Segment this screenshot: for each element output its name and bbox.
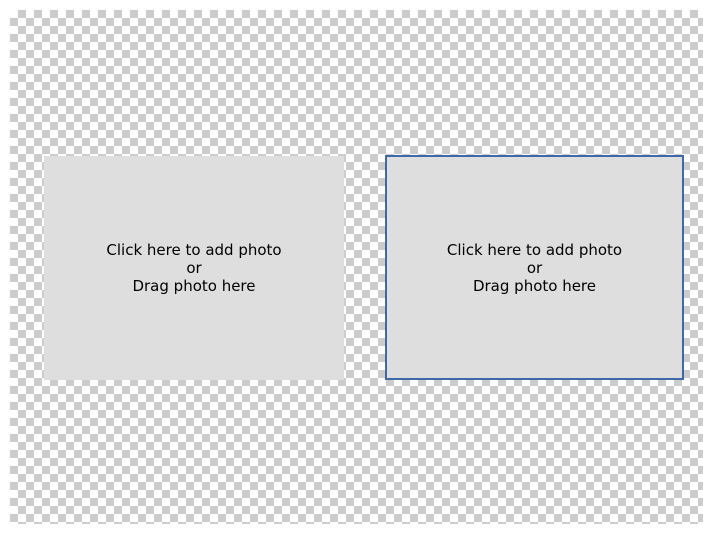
photo-prompt: Click here to add photo or Drag photo he… [106, 241, 281, 295]
drag-photo-text: Drag photo here [472, 276, 597, 295]
or-text: or [526, 258, 543, 277]
add-photo-text: Click here to add photo [446, 240, 623, 259]
add-photo-text: Click here to add photo [106, 241, 282, 259]
photo-drop-zone-left[interactable]: Click here to add photo or Drag photo he… [44, 156, 344, 380]
photo-prompt: Click here to add photo or Drag photo he… [447, 241, 622, 295]
or-text: or [186, 259, 202, 277]
transparent-canvas: Click here to add photo or Drag photo he… [10, 10, 703, 524]
drag-photo-text: Drag photo here [132, 277, 256, 295]
photo-drop-zone-right-selected[interactable]: Click here to add photo or Drag photo he… [385, 155, 684, 380]
